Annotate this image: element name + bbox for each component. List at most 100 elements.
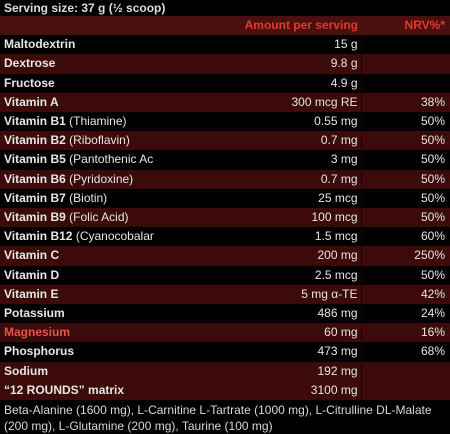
nutrient-nrv: 50% (360, 169, 450, 189)
table-row: Phosphorus 473 mg 68% (0, 342, 450, 362)
nutrient-amount: 473 mg (154, 342, 361, 362)
nutrient-name: Vitamin B1 (Thiamine) (0, 112, 154, 132)
nutrient-nrv: 250% (360, 246, 450, 266)
table-row: Vitamin B1 (Thiamine) 0.55 mg 50% (0, 112, 450, 132)
nutrient-label: Sodium (4, 363, 48, 378)
nutrient-label: Vitamin B12 (4, 229, 73, 244)
nutrient-name: Vitamin E (0, 284, 154, 305)
table-row: Potassium 486 mg 24% (0, 304, 450, 324)
nutrient-detail: (Folic Acid) (65, 210, 129, 225)
nutrient-nrv (360, 73, 450, 93)
nutrient-detail: (Cyanocobalamin) (75, 229, 154, 244)
table-row: Maltodextrin 15 g (0, 35, 450, 55)
nutrient-nrv: 42% (360, 284, 450, 305)
nutrient-name: Vitamin B5 (Pantothenic Acid) (0, 150, 154, 170)
nutrient-amount: 486 mg (154, 304, 361, 324)
nutrient-amount: 0.7 mg (154, 131, 361, 151)
nutrient-label: Vitamin B1 (4, 114, 66, 129)
nutrient-amount: 200 mg (154, 246, 361, 266)
nutrient-label: Potassium (4, 306, 65, 321)
nutrient-label: Vitamin B7 (4, 190, 66, 205)
header-nrv: NRV%* (361, 16, 450, 36)
nutrient-name: “12 ROUNDS” matrix (0, 380, 154, 401)
nutrient-label: Vitamin B2 (4, 133, 66, 148)
table-row: Vitamin B9 (Folic Acid) 100 mcg 50% (0, 208, 450, 228)
table-row: Vitamin B6 (Pyridoxine) 0.7 mg 50% (0, 169, 450, 189)
table-body: Maltodextrin 15 g Dextrose 9.8 g Fructose 4.9… (0, 35, 450, 401)
table-row: Vitamin A 300 mcg RE 38% (0, 92, 450, 113)
nutrient-amount: 192 mg (154, 361, 361, 381)
nutrient-label: Vitamin C (4, 248, 60, 263)
nutrient-name: Vitamin B12 (Cyanocobalamin) (0, 227, 154, 247)
nutrient-label: Maltodextrin (4, 37, 76, 52)
nutrient-label: Magnesium (4, 325, 71, 340)
header-amount: Amount per serving (154, 16, 361, 36)
nutrient-nrv: 24% (360, 304, 450, 324)
nutrient-amount: 2.5 mcg (154, 265, 361, 285)
nutrient-label: Vitamin D (4, 267, 60, 282)
table-row: Vitamin E 5 mg α-TE 42% (0, 284, 450, 305)
nutrient-amount: 100 mcg (154, 208, 361, 228)
nutrient-amount: 0.55 mg (154, 112, 361, 132)
nutrient-name: Phosphorus (0, 342, 154, 362)
table-row: Sodium 192 mg (0, 361, 450, 381)
nutrient-amount: 3 mg (154, 150, 361, 170)
nutrient-detail: (Thiamine) (65, 114, 127, 129)
nutrient-name: Vitamin B9 (Folic Acid) (0, 208, 154, 228)
nutrient-nrv: 68% (360, 342, 450, 362)
nutrient-amount: 3100 mg (154, 380, 361, 401)
nutrient-nrv: 50% (360, 208, 450, 228)
table-row: Dextrose 9.8 g (0, 54, 450, 74)
nutrient-nrv: 50% (360, 188, 450, 209)
nutrient-amount: 60 mg (154, 323, 361, 343)
table-row: Magnesium 60 mg 16% (0, 323, 450, 343)
nutrient-name: Vitamin A (0, 92, 154, 113)
nutrient-detail: (Biotin) (65, 190, 108, 205)
nutrient-nrv (360, 361, 450, 381)
nutrient-amount: 1.5 mcg (154, 227, 361, 247)
nutrient-label: Fructose (4, 75, 55, 90)
nutrient-nrv (360, 54, 450, 74)
table-row: Fructose 4.9 g (0, 73, 450, 93)
nutrient-nrv: 50% (360, 112, 450, 132)
nutrient-name: Magnesium (0, 323, 154, 343)
table-row: Vitamin B2 (Riboflavin) 0.7 mg 50% (0, 131, 450, 151)
nutrient-detail: (Riboflavin) (65, 133, 130, 148)
nutrient-nrv (360, 380, 450, 401)
nutrient-name: Sodium (0, 361, 154, 381)
nutrient-name: Fructose (0, 73, 154, 93)
nutrient-nrv: 60% (360, 227, 450, 247)
nutrient-name: Vitamin D (0, 265, 154, 285)
nutrient-label: Vitamin A (4, 94, 59, 109)
nutrient-nrv: 16% (360, 323, 450, 343)
nutrient-name: Dextrose (0, 54, 154, 74)
nutrient-amount: 25 mcg (154, 188, 361, 209)
nutrient-amount: 300 mcg RE (154, 92, 361, 113)
nutrient-name: Vitamin C (0, 246, 154, 266)
nutrient-label: Vitamin B5 (4, 152, 66, 167)
nutrient-detail: (Pantothenic Acid) (69, 152, 154, 167)
nutrient-nrv: 50% (360, 150, 450, 170)
nutrient-name: Maltodextrin (0, 35, 154, 55)
nutrient-label: “12 ROUNDS” matrix (4, 382, 125, 397)
nutrient-nrv: 38% (360, 92, 450, 113)
table-row: Vitamin B5 (Pantothenic Acid)3 mg50% (0, 150, 450, 170)
table-header-row: Amount per serving NRV%* (0, 16, 450, 36)
nutrient-nrv: 50% (360, 265, 450, 285)
nutrient-label: Phosphorus (4, 344, 75, 359)
nutrient-label: Vitamin E (4, 286, 59, 301)
table-row: “12 ROUNDS” matrix 3100 mg (0, 380, 450, 401)
nutrient-name: Vitamin B6 (Pyridoxine) (0, 169, 154, 189)
nutrient-amount: 0.7 mg (154, 169, 361, 189)
nutrition-panel: Serving size: 37 g (½ scoop) Amount per … (0, 0, 450, 434)
table-row: Vitamin B7 (Biotin) 25 mcg 50% (0, 188, 450, 209)
table-row: Vitamin C 200 mg 250% (0, 246, 450, 266)
nutrient-name: Potassium (0, 304, 154, 324)
nutrient-label: Dextrose (4, 56, 56, 71)
nutrient-name: Vitamin B7 (Biotin) (0, 188, 154, 209)
table-row: Vitamin D 2.5 mcg 50% (0, 265, 450, 285)
nutrient-label: Vitamin B9 (4, 210, 66, 225)
nutrient-amount: 15 g (154, 35, 361, 55)
nutrient-nrv (360, 35, 450, 55)
nutrient-name: Vitamin B2 (Riboflavin) (0, 131, 154, 151)
